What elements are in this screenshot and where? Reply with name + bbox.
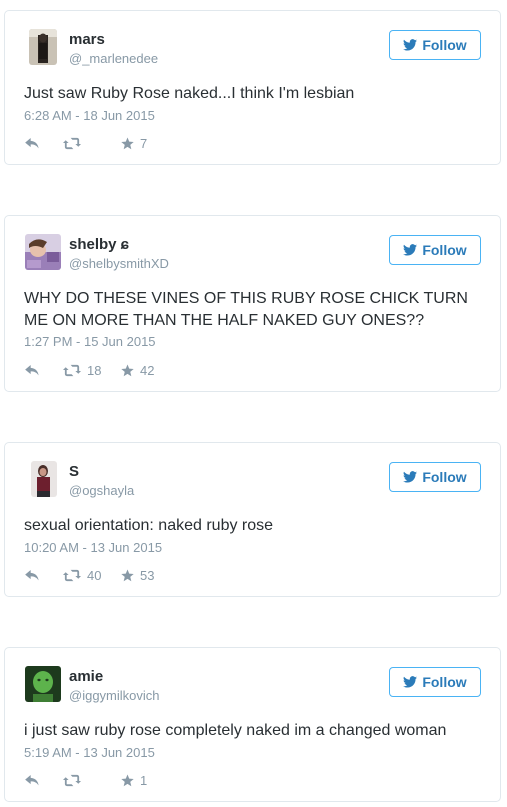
favorite-count: 53 [140, 567, 155, 583]
display-name[interactable]: shelby ɕ [69, 236, 129, 253]
reply-button[interactable] [25, 365, 63, 376]
avatar[interactable] [31, 461, 57, 497]
tweet-actions: 18 42 [25, 362, 154, 378]
retweet-button[interactable]: 40 [63, 568, 121, 583]
favorite-button[interactable]: 1 [121, 773, 147, 788]
display-name[interactable]: S [69, 463, 79, 480]
tweet-card: amie @iggymilkovich Follow i just saw ru… [4, 647, 501, 802]
reply-icon [25, 138, 40, 149]
tweet-timestamp[interactable]: 10:20 AM - 13 Jun 2015 [24, 540, 162, 555]
reply-icon [25, 570, 40, 581]
user-handle[interactable]: @iggymilkovich [69, 688, 160, 703]
avatar[interactable] [25, 234, 61, 270]
twitter-bird-icon [403, 244, 417, 256]
retweet-icon [63, 774, 81, 787]
retweet-count: 40 [87, 567, 102, 583]
follow-label: Follow [422, 469, 467, 485]
reply-icon [25, 775, 40, 786]
tweet-timestamp[interactable]: 6:28 AM - 18 Jun 2015 [24, 108, 155, 123]
user-handle[interactable]: @shelbysmithXD [69, 256, 169, 271]
star-icon [121, 137, 134, 150]
avatar[interactable] [25, 666, 61, 702]
tweet-text: sexual orientation: naked ruby rose [24, 517, 274, 534]
tweet-timestamp[interactable]: 5:19 AM - 13 Jun 2015 [24, 745, 155, 760]
tweet-actions: 1 [25, 772, 147, 788]
user-handle[interactable]: @_marlenedee [69, 51, 158, 66]
follow-button[interactable]: Follow [389, 30, 481, 60]
retweet-count: 18 [87, 362, 102, 378]
retweet-button[interactable]: 18 [63, 363, 121, 378]
twitter-bird-icon [403, 39, 417, 51]
tweet-actions: 7 [25, 135, 147, 151]
display-name[interactable]: amie [69, 668, 103, 685]
retweet-button[interactable] [63, 774, 121, 787]
reply-icon [25, 365, 40, 376]
star-icon [121, 569, 134, 582]
follow-button[interactable]: Follow [389, 235, 481, 265]
favorite-button[interactable]: 42 [121, 363, 154, 378]
retweet-icon [63, 569, 81, 582]
avatar[interactable] [29, 29, 57, 65]
twitter-bird-icon [403, 676, 417, 688]
user-handle[interactable]: @ogshayla [69, 483, 134, 498]
follow-button[interactable]: Follow [389, 462, 481, 492]
tweet-actions: 40 53 [25, 567, 154, 583]
favorite-button[interactable]: 53 [121, 568, 154, 583]
star-icon [121, 774, 134, 787]
retweet-icon [63, 364, 81, 377]
follow-button[interactable]: Follow [389, 667, 481, 697]
retweet-button[interactable] [63, 137, 121, 150]
retweet-icon [63, 137, 81, 150]
reply-button[interactable] [25, 775, 63, 786]
reply-button[interactable] [25, 138, 63, 149]
follow-label: Follow [422, 242, 467, 258]
follow-label: Follow [422, 37, 467, 53]
tweet-card: shelby ɕ @shelbysmithXD Follow WHY DO TH… [4, 215, 501, 392]
tweet-timestamp[interactable]: 1:27 PM - 15 Jun 2015 [24, 334, 156, 349]
tweet-text: WHY DO THESE VINES OF THIS RUBY ROSE CHI… [24, 290, 468, 329]
favorite-count: 1 [140, 772, 148, 788]
follow-label: Follow [422, 674, 467, 690]
tweet-card: mars @_marlenedee Follow Just saw Ruby R… [4, 10, 501, 165]
reply-button[interactable] [25, 570, 63, 581]
favorite-count: 42 [140, 362, 155, 378]
favorite-button[interactable]: 7 [121, 136, 147, 151]
favorite-count: 7 [140, 135, 148, 151]
tweet-text: i just saw ruby rose completely naked im… [24, 722, 447, 739]
twitter-bird-icon [403, 471, 417, 483]
tweet-card: S @ogshayla Follow sexual orientation: n… [4, 442, 501, 597]
star-icon [121, 364, 134, 377]
display-name[interactable]: mars [69, 31, 105, 48]
tweet-text: Just saw Ruby Rose naked...I think I'm l… [24, 85, 355, 102]
